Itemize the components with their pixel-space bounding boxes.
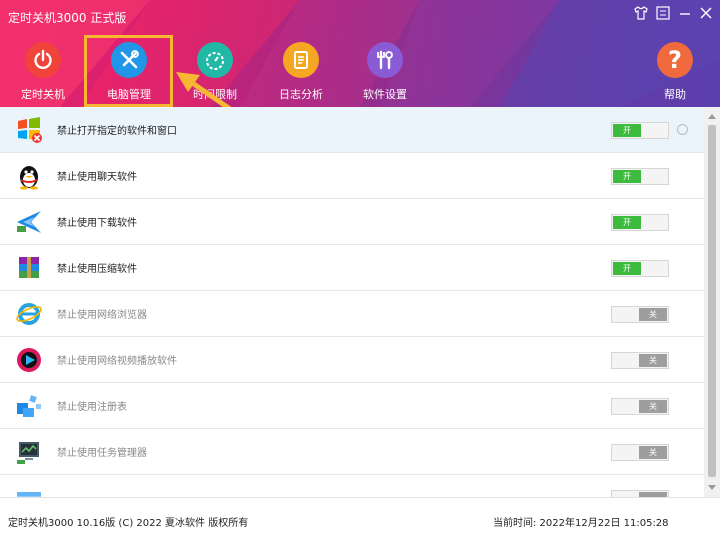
toolbar-log-analysis[interactable]: 日志分析 <box>261 42 341 102</box>
toolbar-label: 帮助 <box>664 88 686 101</box>
rule-toggle[interactable] <box>611 490 669 497</box>
copyright-text: 定时关机3000 10.16版 (C) 2022 夏冰软件 版权所有 <box>8 518 249 529</box>
skin-icon[interactable] <box>632 6 650 24</box>
log-icon <box>283 42 319 78</box>
windows-icon <box>15 116 43 144</box>
toolbar-help[interactable]: ? 帮助 <box>635 42 715 102</box>
list-item[interactable]: 禁止使用网络浏览器 关 <box>0 291 704 337</box>
menu-icon[interactable] <box>654 6 672 24</box>
rule-label: 禁止使用压缩软件 <box>57 264 137 275</box>
toolbar-label: 定时关机 <box>21 88 65 101</box>
list-item[interactable]: 禁止使用网络视频播放软件 关 <box>0 337 704 383</box>
rule-label: 禁止打开指定的软件和窗口 <box>57 126 177 137</box>
vertical-scrollbar[interactable] <box>704 107 720 497</box>
close-icon[interactable] <box>697 6 715 24</box>
toolbar-label: 日志分析 <box>279 88 323 101</box>
timer-icon <box>197 42 233 78</box>
rule-label: 禁止使用下载软件 <box>57 218 137 229</box>
rule-list: 禁止打开指定的软件和窗口 开 禁止使用聊天软件 开 禁止使用下载软件 开 禁止使… <box>0 107 704 497</box>
list-item[interactable]: 禁止使用下载软件 开 <box>0 199 704 245</box>
toggle-state: 关 <box>639 308 667 321</box>
toolbar-shutdown[interactable]: 定时关机 <box>3 42 83 102</box>
toggle-state: 关 <box>639 354 667 367</box>
help-icon: ? <box>657 42 693 78</box>
rule-label: 禁止使用网络浏览器 <box>57 310 147 321</box>
rule-label: 禁止使用任务管理器 <box>57 448 147 459</box>
toggle-state: 关 <box>639 400 667 413</box>
toggle-state: 开 <box>613 124 641 137</box>
archive-books-icon <box>15 254 43 282</box>
scroll-thumb[interactable] <box>708 125 716 477</box>
toolbar-label: 时间限制 <box>193 88 237 101</box>
rule-toggle[interactable]: 关 <box>611 306 669 323</box>
toggle-state: 关 <box>639 446 667 459</box>
download-bird-icon <box>15 208 43 236</box>
rule-toggle[interactable]: 关 <box>611 352 669 369</box>
toolbar-time-limit[interactable]: 时间限制 <box>175 42 255 102</box>
rule-toggle[interactable]: 开 <box>611 122 669 139</box>
qq-penguin-icon <box>15 162 43 190</box>
ie-browser-icon <box>15 300 43 328</box>
list-item[interactable]: 禁止使用注册表 关 <box>0 383 704 429</box>
rule-toggle[interactable]: 开 <box>611 214 669 231</box>
scroll-down-icon[interactable] <box>704 481 720 495</box>
toolbar-label: 软件设置 <box>363 88 407 101</box>
rule-toggle[interactable]: 开 <box>611 260 669 277</box>
toggle-state: 开 <box>613 262 641 275</box>
list-item[interactable]: 禁止使用聊天软件 开 <box>0 153 704 199</box>
task-manager-icon <box>15 438 43 466</box>
info-icon[interactable] <box>677 124 688 135</box>
rule-label: 禁止使用聊天软件 <box>57 172 137 183</box>
settings-icon <box>367 42 403 78</box>
scroll-up-icon[interactable] <box>704 109 720 123</box>
registry-cubes-icon <box>15 392 43 420</box>
active-tool-highlight <box>84 35 173 107</box>
toggle-state: 开 <box>613 170 641 183</box>
list-item[interactable]: 禁止使用任务管理器 关 <box>0 429 704 475</box>
rule-label: 禁止使用网络视频播放软件 <box>57 356 177 367</box>
toolbar-software-settings[interactable]: 软件设置 <box>345 42 425 102</box>
rule-toggle[interactable]: 关 <box>611 398 669 415</box>
video-player-icon <box>15 346 43 374</box>
title-bar-header: 定时关机3000 正式版 定时关机 电脑管理 时间限制 日志分析 软件设置 ? … <box>0 0 720 107</box>
status-bar: 定时关机3000 10.16版 (C) 2022 夏冰软件 版权所有 当前时间:… <box>0 497 720 535</box>
toggle-state: 开 <box>613 216 641 229</box>
list-item[interactable]: 禁止打开指定的软件和窗口 开 <box>0 107 704 153</box>
current-time-text: 当前时间: 2022年12月22日 11:05:28 <box>493 518 669 529</box>
window-title: 定时关机3000 正式版 <box>8 11 127 25</box>
control-panel-icon <box>15 484 43 497</box>
list-item[interactable] <box>0 475 704 497</box>
power-icon <box>25 42 61 78</box>
minimize-icon[interactable] <box>676 6 694 24</box>
rule-toggle[interactable]: 开 <box>611 168 669 185</box>
list-item[interactable]: 禁止使用压缩软件 开 <box>0 245 704 291</box>
rule-label: 禁止使用注册表 <box>57 402 127 413</box>
rule-toggle[interactable]: 关 <box>611 444 669 461</box>
